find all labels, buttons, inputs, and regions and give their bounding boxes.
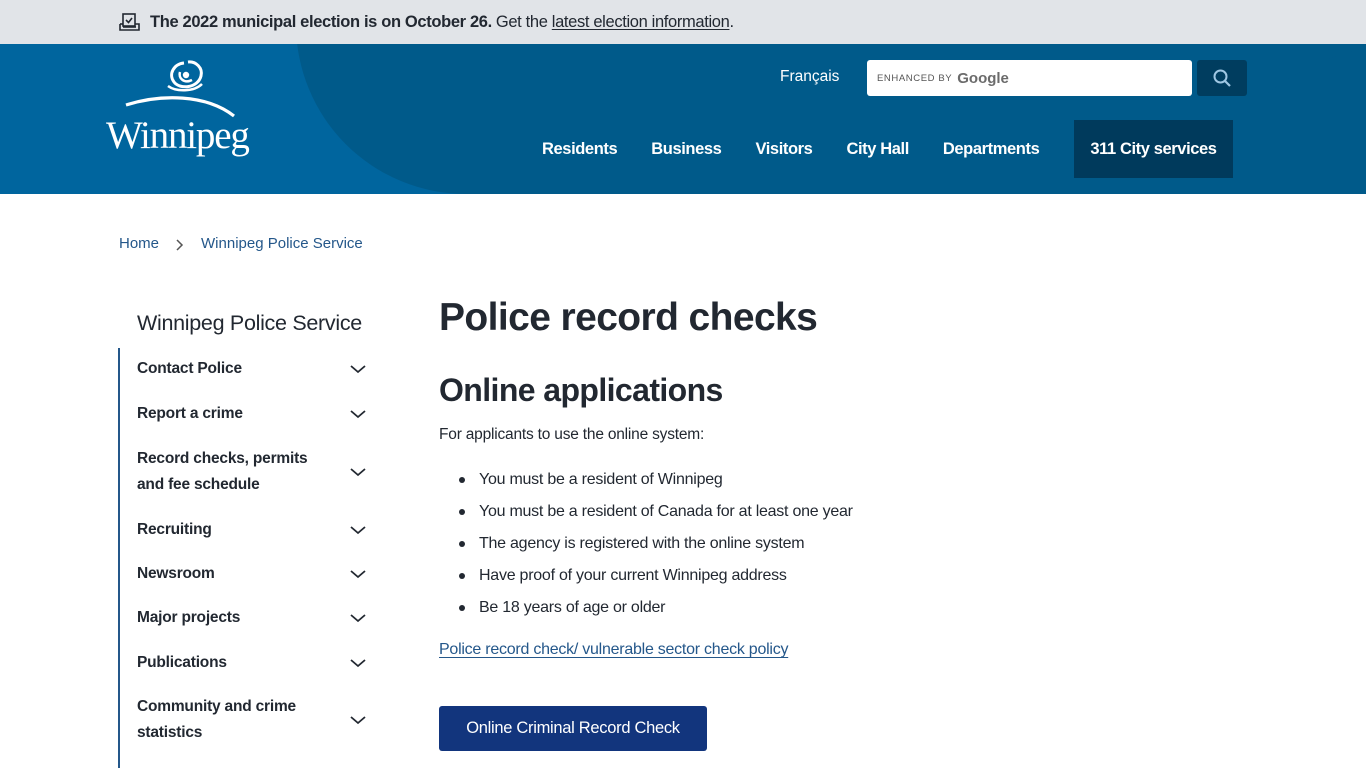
winnipeg-logo[interactable]: Winnipeg <box>106 58 256 168</box>
sidebar-item-contact-police[interactable]: Contact Police <box>137 356 377 382</box>
sidebar-item-record-checks[interactable]: Record checks, permits and fee schedule <box>137 446 377 498</box>
requirements-list: You must be a resident of Winnipeg You m… <box>459 467 853 627</box>
language-toggle-link[interactable]: Français <box>780 68 839 86</box>
search-button[interactable] <box>1197 60 1247 96</box>
breadcrumb-police-service[interactable]: Winnipeg Police Service <box>201 235 363 252</box>
sidebar-nav: Contact Police Report a crime Record che… <box>118 348 378 768</box>
chevron-down-icon[interactable] <box>349 612 367 624</box>
election-info-link[interactable]: latest election information <box>552 13 730 32</box>
breadcrumb-home[interactable]: Home <box>119 235 159 252</box>
sidebar-item-label: Report a crime <box>137 405 243 422</box>
alert-content: The 2022 municipal election is on Octobe… <box>119 11 734 33</box>
search-input[interactable] <box>867 60 1192 96</box>
sidebar-item-recruiting[interactable]: Recruiting <box>137 517 377 543</box>
election-alert-bar: The 2022 municipal election is on Octobe… <box>0 0 1366 44</box>
nav-visitors[interactable]: Visitors <box>738 120 829 178</box>
alert-bold-text: The 2022 municipal election is on Octobe… <box>150 12 492 31</box>
logo-text: Winnipeg <box>106 114 250 157</box>
logo-swirl-icon <box>125 60 235 118</box>
sidebar-item-report-a-crime[interactable]: Report a crime <box>137 401 377 427</box>
alert-period: . <box>729 12 734 31</box>
site-header: Winnipeg Français ENHANCED BY Google Res… <box>0 44 1366 194</box>
chevron-down-icon[interactable] <box>349 714 367 726</box>
chevron-down-icon[interactable] <box>349 408 367 420</box>
list-item: Be 18 years of age or older <box>459 595 853 627</box>
main-nav: Residents Business Visitors City Hall De… <box>525 120 1233 178</box>
list-item: Have proof of your current Winnipeg addr… <box>459 563 853 595</box>
breadcrumb: Home Winnipeg Police Service <box>119 235 363 252</box>
chevron-down-icon[interactable] <box>349 568 367 580</box>
chevron-right-icon <box>175 238 185 251</box>
online-criminal-record-check-button[interactable]: Online Criminal Record Check <box>439 706 707 751</box>
chevron-down-icon[interactable] <box>349 657 367 669</box>
sidebar-item-label: Major projects <box>137 609 241 626</box>
page-title: Police record checks <box>439 296 818 339</box>
intro-text: For applicants to use the online system: <box>439 426 705 443</box>
chevron-down-icon[interactable] <box>349 524 367 536</box>
alert-text: Get the <box>495 12 548 31</box>
nav-business[interactable]: Business <box>634 120 738 178</box>
nav-residents[interactable]: Residents <box>525 120 634 178</box>
list-item: You must be a resident of Winnipeg <box>459 467 853 499</box>
list-item: You must be a resident of Canada for at … <box>459 499 853 531</box>
sidebar-item-label: Community and crime statistics <box>137 698 296 741</box>
search-field[interactable]: ENHANCED BY Google <box>867 60 1192 96</box>
sidebar-item-label: Recruiting <box>137 521 212 538</box>
nav-departments[interactable]: Departments <box>926 120 1056 178</box>
nav-city-hall[interactable]: City Hall <box>829 120 925 178</box>
sidebar-item-label: Newsroom <box>137 565 215 582</box>
list-item: The agency is registered with the online… <box>459 531 853 563</box>
policy-link[interactable]: Police record check/ vulnerable sector c… <box>439 641 788 659</box>
chevron-down-icon[interactable] <box>349 363 367 375</box>
sidebar-title: Winnipeg Police Service <box>137 311 362 335</box>
sidebar-item-community-crime-statistics[interactable]: Community and crime statistics <box>137 694 377 746</box>
sidebar-item-major-projects[interactable]: Major projects <box>137 605 377 631</box>
chevron-down-icon[interactable] <box>349 466 367 478</box>
sidebar-item-label: Publications <box>137 654 227 671</box>
sidebar-item-label: Record checks, permits and fee schedule <box>137 450 308 493</box>
section-title: Online applications <box>439 372 723 408</box>
search-icon <box>1213 69 1231 87</box>
sidebar-item-publications[interactable]: Publications <box>137 650 377 676</box>
sidebar-item-newsroom[interactable]: Newsroom <box>137 561 377 587</box>
sidebar-item-label: Contact Police <box>137 360 242 377</box>
ballot-box-icon <box>119 12 141 32</box>
nav-311-city-services[interactable]: 311 City services <box>1074 120 1233 178</box>
